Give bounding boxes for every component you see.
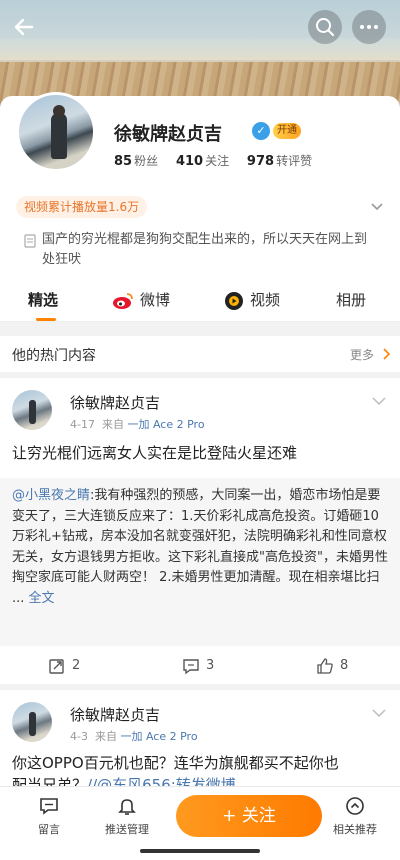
likes-count: 978	[246, 154, 275, 169]
repost-body: :我有种强烈的预感，大同案一出，婚恋市场怕是要变天了，三大连锁反应来了：1.天价…	[12, 488, 388, 606]
push-settings-label: 推送管理	[105, 823, 149, 836]
fans-stat[interactable]: 85 粉丝	[114, 154, 159, 169]
post-author-avatar[interactable]	[12, 702, 52, 742]
related-label: 相关推荐	[333, 823, 377, 836]
push-settings-button[interactable]: 推送管理	[92, 795, 162, 837]
follow-count: 410	[175, 154, 204, 169]
comment-icon	[183, 658, 199, 674]
tab-weibo[interactable]: 微博	[112, 288, 170, 312]
post-source[interactable]: 一加 Ace 2 Pro	[127, 418, 204, 431]
related-icon	[346, 797, 364, 815]
bell-icon	[118, 799, 136, 815]
more-link[interactable]: 更多	[350, 346, 374, 363]
like-button[interactable]: 8	[316, 656, 348, 676]
post-menu-chevron-icon[interactable]	[372, 396, 386, 406]
repost-icon	[49, 658, 64, 674]
profile-bio: 国产的穷光棍都是狗狗交配生出来的，所以天天在网上到处狂吠	[42, 232, 368, 267]
tab-featured[interactable]: 精选	[28, 288, 59, 321]
post-text: 让穷光棍们远离女人实在是比登陆火星还难	[12, 444, 298, 462]
follow-stat[interactable]: 410 关注	[175, 154, 230, 169]
post-menu-chevron-icon[interactable]	[372, 708, 386, 718]
search-button[interactable]	[308, 10, 342, 44]
home-indicator	[140, 849, 260, 853]
post-author-name[interactable]: 徐敏牌赵贞吉	[70, 704, 160, 725]
chevron-right-icon[interactable]	[382, 348, 390, 360]
tab-featured-label: 精选	[28, 291, 59, 309]
tab-album-label: 相册	[336, 291, 367, 309]
post-avatar-figure	[29, 712, 36, 736]
bottom-action-bar: 留言 推送管理 + 关注 相关推荐	[0, 786, 400, 860]
avatar[interactable]	[16, 92, 96, 172]
post-meta: 4-3 来自 一加 Ace 2 Pro	[70, 728, 198, 744]
play-count-badge: 视频累计播放量1.6万	[16, 196, 148, 218]
post-source-prefix: 来自	[94, 730, 117, 743]
hot-content-title: 他的热门内容	[12, 348, 96, 364]
profile-stats: 85 粉丝 410 关注 978 转评赞	[114, 152, 312, 169]
likes-stat[interactable]: 978 转评赞	[246, 154, 313, 169]
post-avatar-figure	[29, 400, 36, 424]
tab-weibo-label: 微博	[140, 291, 171, 309]
follow-button[interactable]: + 关注	[176, 795, 322, 837]
repost-count: 2	[72, 658, 81, 673]
like-count: 8	[340, 658, 349, 673]
repost-button[interactable]: 2	[48, 656, 80, 676]
bio-icon	[24, 234, 36, 248]
avatar-figure	[51, 113, 67, 159]
post-text-line: 你这OPPO百元机也配？连华为旗舰都买不起你也	[12, 754, 339, 772]
post-date: 4-3	[70, 730, 88, 743]
post-meta: 4-17 来自 一加 Ace 2 Pro	[70, 416, 205, 432]
comment-button[interactable]: 3	[182, 656, 214, 676]
search-icon	[316, 18, 335, 37]
post-date: 4-17	[70, 418, 95, 431]
back-arrow-icon[interactable]	[10, 12, 40, 42]
follow-label: 关注	[205, 154, 230, 168]
tab-video-label: 视频	[250, 291, 281, 309]
post-actions: 2 3 8	[0, 648, 400, 684]
comment-count: 3	[206, 658, 215, 673]
repost-block[interactable]: @小黑夜之睛:我有种强烈的预感，大同案一出，婚恋市场怕是要变天了，三大连锁反应来…	[0, 478, 400, 646]
post-source[interactable]: 一加 Ace 2 Pro	[120, 730, 197, 743]
vip-badge[interactable]: 开通	[273, 123, 301, 139]
tab-video[interactable]: 视频	[224, 288, 280, 312]
avatar-head	[53, 105, 65, 117]
profile-name: 徐敏牌赵贞吉	[114, 124, 222, 145]
tab-active-indicator	[36, 318, 56, 321]
message-label: 留言	[38, 823, 60, 836]
post-card[interactable]: 徐敏牌赵贞吉 4-17 来自 一加 Ace 2 Pro 让穷光棍们远离女人实在是…	[0, 378, 400, 684]
chevron-down-icon[interactable]	[370, 199, 384, 213]
video-icon	[225, 291, 243, 310]
more-button[interactable]	[352, 10, 386, 44]
post-card[interactable]: 徐敏牌赵贞吉 4-3 来自 一加 Ace 2 Pro 你这OPPO百元机也配？连…	[0, 690, 400, 790]
fans-count: 85	[114, 154, 133, 169]
verified-icon: ✓	[252, 122, 270, 140]
message-icon	[40, 798, 58, 815]
like-icon	[317, 657, 333, 674]
post-author-name[interactable]: 徐敏牌赵贞吉	[70, 392, 160, 413]
repost-mention[interactable]: @小黑夜之睛	[12, 488, 90, 503]
related-button[interactable]: 相关推荐	[320, 795, 390, 837]
weibo-icon	[113, 292, 133, 309]
more-icon	[360, 25, 378, 29]
profile-tabs: 精选 微博 视频 相册	[0, 280, 400, 322]
fans-label: 粉丝	[134, 154, 159, 168]
tab-album[interactable]: 相册	[336, 288, 366, 312]
post-source-prefix: 来自	[101, 418, 124, 431]
post-text: 你这OPPO百元机也配？连华为旗舰都买不起你也 配当兄弟？//@东风656:转发…	[12, 752, 388, 788]
likes-label: 转评赞	[276, 154, 313, 168]
hot-content-header: 他的热门内容 更多	[0, 336, 400, 372]
repost-full-link[interactable]: 全文	[29, 591, 55, 606]
post-author-avatar[interactable]	[12, 390, 52, 430]
message-button[interactable]: 留言	[14, 795, 84, 837]
